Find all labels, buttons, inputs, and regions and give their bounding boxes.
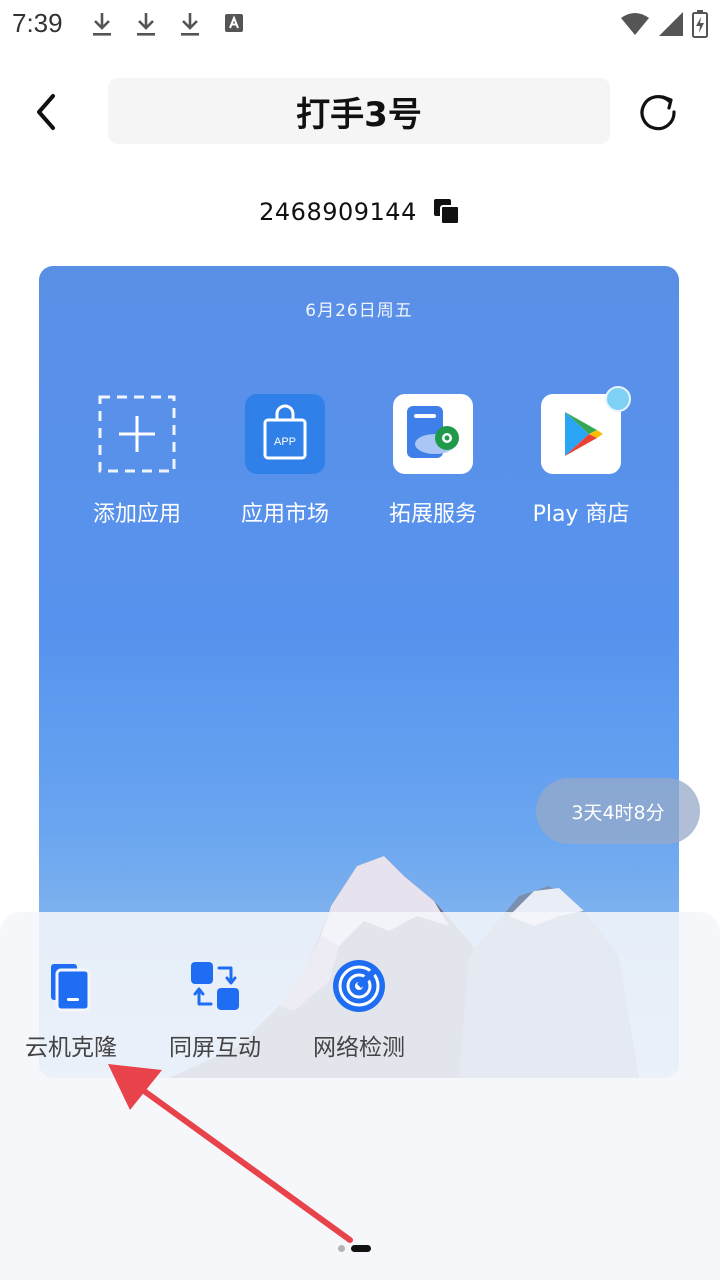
tool-label: 网络检测 <box>313 1035 405 1061</box>
device-id: 2468909144 <box>259 198 417 226</box>
page-title: 打手3号 <box>296 94 422 135</box>
download-icon <box>137 13 155 36</box>
cloud-clone-icon <box>51 964 91 1012</box>
device-id-row: 2468909144 <box>0 192 720 232</box>
a-notification-icon <box>225 14 243 32</box>
page: 7:39 打手3号 2468909144 6月26日周五 添加应用 APP 应用… <box>0 0 720 1280</box>
svg-text:APP: APP <box>274 436 296 448</box>
app-add[interactable]: 添加应用 <box>63 394 211 528</box>
status-time: 7:39 <box>12 8 63 38</box>
refresh-button[interactable] <box>632 86 684 138</box>
new-badge <box>605 386 631 412</box>
tool-label: 云机克隆 <box>25 1035 117 1061</box>
network-check-icon <box>333 960 385 1012</box>
page-dot[interactable] <box>338 1244 345 1252</box>
tool-label: 同屏互动 <box>169 1035 261 1061</box>
title-bar: 打手3号 <box>108 78 610 144</box>
download-icon <box>93 13 111 36</box>
copy-icon[interactable] <box>433 198 461 226</box>
status-bar: 7:39 <box>0 0 720 50</box>
status-icons <box>620 8 708 40</box>
battery-charging-icon <box>692 10 708 38</box>
app-label: 拓展服务 <box>388 502 477 527</box>
chevron-left-icon <box>37 94 55 130</box>
add-app-icon <box>97 394 177 474</box>
tools-panel: 云机克隆 同屏互动 网络检测 <box>0 912 720 1280</box>
page-indicator <box>338 1243 371 1253</box>
tool-network-check[interactable]: 网络检测 <box>294 958 424 1062</box>
signal-icon <box>659 12 683 36</box>
back-button[interactable] <box>20 86 72 138</box>
app-label: Play 商店 <box>532 502 630 527</box>
app-label: 添加应用 <box>92 502 181 527</box>
extension-service-icon <box>393 394 473 474</box>
page-dot-active[interactable] <box>351 1244 371 1252</box>
tool-cloud-clone[interactable]: 云机克隆 <box>6 958 136 1062</box>
app-play-store[interactable]: Play 商店 <box>507 386 655 528</box>
app-market-icon: APP <box>245 394 325 474</box>
app-market[interactable]: APP 应用市场 <box>211 394 359 528</box>
remaining-time-badge[interactable]: 3天4时8分 <box>536 778 700 844</box>
screen-interact-icon <box>191 962 239 1010</box>
wifi-icon <box>621 13 649 35</box>
refresh-icon <box>640 95 676 131</box>
app-label: 应用市场 <box>240 502 329 527</box>
screen-date: 6月26日周五 <box>305 301 413 321</box>
download-icon <box>181 13 199 36</box>
tool-screen-interact[interactable]: 同屏互动 <box>150 958 280 1062</box>
play-store-icon <box>541 386 631 474</box>
app-extension[interactable]: 拓展服务 <box>359 394 507 528</box>
